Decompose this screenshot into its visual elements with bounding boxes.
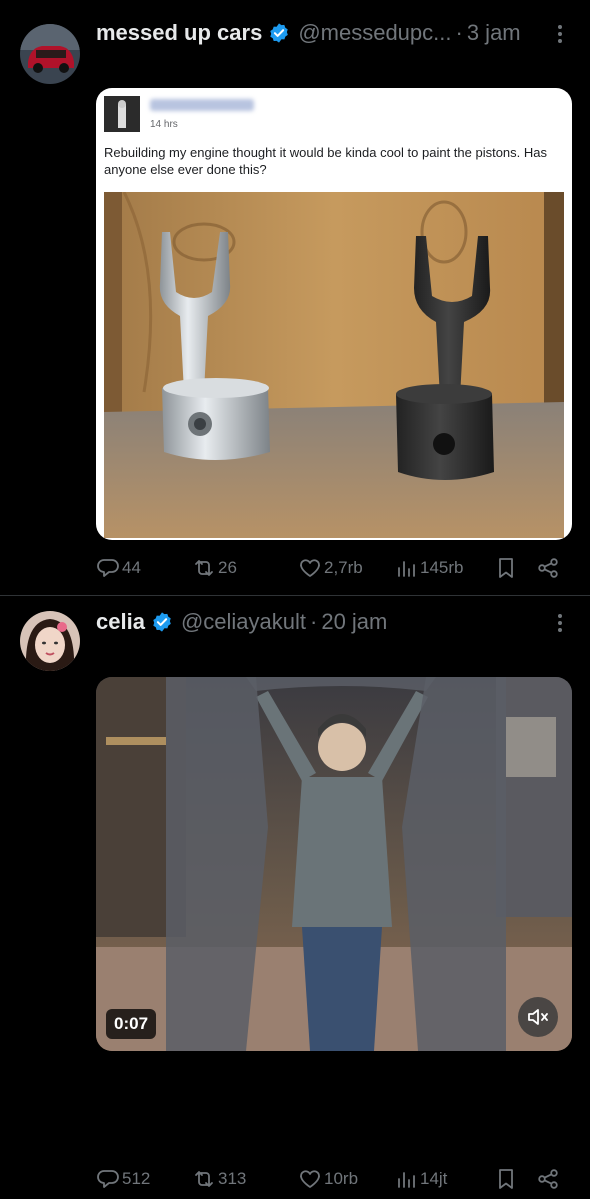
views-button[interactable]: 145rb [394, 553, 463, 583]
retweet-count: 313 [218, 1169, 247, 1188]
share-button[interactable] [536, 1164, 562, 1194]
display-name[interactable]: celia [96, 609, 145, 635]
bookmark-icon [499, 1169, 513, 1189]
reply-icon [97, 559, 119, 577]
like-count: 10rb [324, 1169, 359, 1188]
heart-icon [300, 559, 320, 577]
verified-badge-icon [270, 23, 289, 43]
retweet-button[interactable]: 313 [192, 1164, 246, 1194]
tweet-header: messed up cars @messedupc... · 3 jam [96, 18, 570, 48]
embedded-post-text: Rebuilding my engine thought it would be… [104, 145, 548, 177]
reply-count: 512 [122, 1169, 151, 1188]
embedded-post-header: 14 hrs Rebuilding my engine thought it w… [104, 96, 564, 196]
verified-badge-icon [153, 612, 171, 632]
retweet-icon [195, 560, 213, 576]
views-icon [398, 561, 415, 577]
handle[interactable]: @celiayakult [181, 609, 306, 635]
tweet[interactable]: celia @celiayakult · 20 jam 0:07 512 313… [0, 597, 590, 1199]
video-frame [96, 677, 572, 1051]
tweet-video[interactable]: 0:07 [96, 677, 572, 1051]
heart-icon [300, 1170, 320, 1188]
share-button[interactable] [536, 553, 562, 583]
retweet-button[interactable]: 26 [192, 553, 237, 583]
like-button[interactable]: 10rb [298, 1164, 358, 1194]
timestamp[interactable]: 3 jam [467, 20, 521, 46]
reply-count: 44 [122, 558, 141, 577]
embedded-author-name-blurred [150, 99, 254, 111]
action-bar: 44 26 2,7rb 145rb [96, 553, 572, 583]
retweet-count: 26 [218, 558, 237, 577]
video-duration: 0:07 [106, 1009, 157, 1039]
embedded-avatar [104, 96, 140, 132]
mute-button[interactable] [518, 997, 558, 1037]
avatar[interactable] [20, 611, 80, 671]
tweet-divider [0, 595, 590, 596]
tweet-header: celia @celiayakult · 20 jam [96, 607, 570, 637]
more-vertical-icon[interactable] [550, 22, 570, 46]
like-count: 2,7rb [324, 558, 363, 577]
share-icon [538, 558, 558, 578]
tweet[interactable]: messed up cars @messedupc... · 3 jam 14 … [0, 0, 590, 596]
avatar[interactable] [20, 24, 80, 84]
reply-button[interactable]: 512 [96, 1164, 150, 1194]
view-count: 14jt [420, 1169, 448, 1188]
timestamp[interactable]: 20 jam [321, 609, 387, 635]
separator-dot: · [310, 609, 318, 634]
view-count: 145rb [420, 558, 464, 577]
retweet-icon [195, 1171, 213, 1187]
bookmark-icon [499, 558, 513, 578]
action-bar: 512 313 10rb 14jt [96, 1164, 572, 1194]
tweet-image[interactable]: 14 hrs Rebuilding my engine thought it w… [96, 88, 572, 540]
display-name[interactable]: messed up cars [96, 20, 262, 46]
like-button[interactable]: 2,7rb [298, 553, 363, 583]
reply-icon [97, 1170, 119, 1188]
share-icon [538, 1169, 558, 1189]
bookmark-button[interactable] [494, 1164, 520, 1194]
embedded-post-time: 14 hrs [150, 119, 178, 130]
volume-muted-icon [528, 1009, 548, 1025]
views-icon [398, 1172, 415, 1188]
separator-dot: · [455, 20, 463, 45]
more-vertical-icon[interactable] [550, 611, 570, 635]
reply-button[interactable]: 44 [96, 553, 141, 583]
bookmark-button[interactable] [494, 553, 520, 583]
handle[interactable]: @messedupc... [298, 20, 451, 46]
pistons-photo [104, 192, 564, 538]
views-button[interactable]: 14jt [394, 1164, 447, 1194]
